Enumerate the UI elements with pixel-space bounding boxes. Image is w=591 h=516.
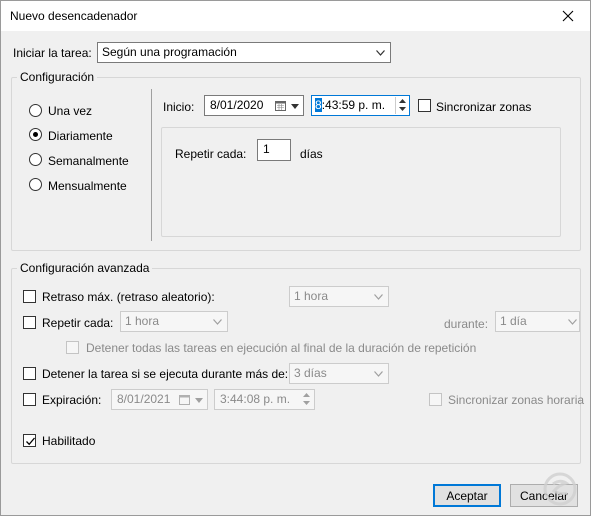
chevron-down-icon	[213, 319, 222, 325]
enabled-checkbox[interactable]	[23, 434, 36, 447]
title-bar: Nuevo desencadenador	[1, 1, 590, 31]
chevron-down-icon	[374, 371, 383, 377]
chevron-down-icon	[376, 50, 385, 56]
radio-weekly-label: Semanalmente	[48, 154, 129, 168]
start-task-label: Iniciar la tarea:	[13, 46, 92, 60]
repeat-label: Repetir cada:	[42, 316, 114, 330]
advanced-group-title: Configuración avanzada	[17, 261, 153, 275]
delay-dropdown[interactable]: 1 hora	[289, 286, 389, 307]
repeat-every-input[interactable]: 1	[257, 139, 291, 161]
expire-time-field[interactable]: 3:44:08 p. m.	[214, 389, 315, 410]
repeat-checkbox[interactable]	[23, 316, 36, 329]
start-label: Inicio:	[163, 100, 195, 114]
chevron-down-icon	[195, 398, 203, 403]
expire-date-picker[interactable]: 8/01/2021	[111, 389, 208, 410]
spin-up-icon	[303, 393, 310, 397]
duration-label: durante:	[444, 317, 489, 331]
sync-zones-checkbox[interactable]	[418, 99, 431, 112]
spin-down-icon	[399, 107, 406, 111]
calendar-icon	[179, 395, 190, 405]
stop-task-value: 3 días	[294, 366, 327, 380]
checkmark-icon	[26, 437, 35, 446]
stop-task-checkbox[interactable]	[23, 367, 36, 380]
expire-checkbox[interactable]	[23, 393, 36, 406]
start-time-rest: :43:59 p. m.	[321, 98, 386, 112]
duration-dropdown[interactable]: 1 día	[495, 311, 580, 332]
delay-checkbox[interactable]	[23, 290, 36, 303]
chevron-down-icon	[374, 294, 383, 300]
repeat-interval-dropdown[interactable]: 1 hora	[120, 311, 228, 332]
radio-daily-label: Diariamente	[48, 129, 113, 143]
start-task-value: Según una programación	[102, 45, 237, 59]
start-time-field[interactable]: 8:43:59 p. m.	[311, 95, 410, 116]
spin-up-icon	[399, 99, 406, 103]
stop-task-dropdown[interactable]: 3 días	[289, 363, 389, 384]
delay-label: Retraso máx. (retraso aleatorio):	[42, 290, 215, 304]
repeat-every-label: Repetir cada:	[175, 147, 247, 161]
accept-button-label: Aceptar	[446, 488, 488, 503]
radio-daily[interactable]	[29, 128, 42, 141]
sync-zones-label: Sincronizar zonas	[436, 100, 532, 114]
expire-sync-label: Sincronizar zonas horaria	[448, 393, 585, 407]
duration-value: 1 día	[500, 314, 527, 328]
calendar-icon	[275, 101, 286, 111]
expire-time-spinner[interactable]	[300, 391, 313, 408]
expire-sync-checkbox[interactable]	[429, 393, 442, 406]
dialog-title: Nuevo desencadenador	[10, 9, 138, 23]
dialog-window: Nuevo desencadenador Iniciar la tarea: S…	[0, 0, 591, 516]
start-date-value: 8/01/2020	[210, 98, 264, 112]
repeat-interval-value: 1 hora	[125, 314, 160, 328]
radio-selected-dot	[33, 132, 38, 137]
chevron-down-icon	[568, 319, 577, 325]
stop-all-checkbox[interactable]	[66, 341, 79, 354]
config-group-title: Configuración	[17, 70, 98, 84]
stop-task-label: Detener la tarea si se ejecuta durante m…	[42, 367, 289, 381]
daily-options-panel	[161, 127, 561, 237]
repeat-every-unit: días	[300, 147, 323, 161]
start-task-dropdown[interactable]: Según una programación	[97, 42, 391, 63]
delay-value: 1 hora	[294, 289, 329, 303]
expire-label: Expiración:	[42, 393, 102, 407]
close-icon	[562, 10, 574, 22]
stop-all-label: Detener todas las tareas en ejecución al…	[86, 341, 477, 355]
radio-monthly[interactable]	[29, 178, 42, 191]
spin-down-icon	[303, 401, 310, 405]
accept-button[interactable]: Aceptar	[433, 484, 501, 507]
start-time-selected: 8	[315, 98, 322, 112]
radio-weekly[interactable]	[29, 153, 42, 166]
solvetic-watermark-logo	[540, 471, 580, 511]
expire-date-value: 8/01/2021	[117, 392, 171, 406]
radio-monthly-label: Mensualmente	[48, 179, 127, 193]
start-date-picker[interactable]: 8/01/2020	[204, 95, 304, 116]
radio-once[interactable]	[29, 104, 42, 117]
chevron-down-icon	[291, 104, 299, 109]
close-button[interactable]	[548, 1, 588, 31]
enabled-label: Habilitado	[42, 434, 96, 448]
start-time-spinner[interactable]	[395, 97, 408, 114]
repeat-every-value: 1	[263, 142, 270, 156]
expire-time-value: 3:44:08 p. m.	[220, 392, 291, 406]
radio-once-label: Una vez	[48, 104, 93, 118]
solvetic-logo-icon	[543, 472, 577, 506]
config-divider	[151, 89, 152, 241]
